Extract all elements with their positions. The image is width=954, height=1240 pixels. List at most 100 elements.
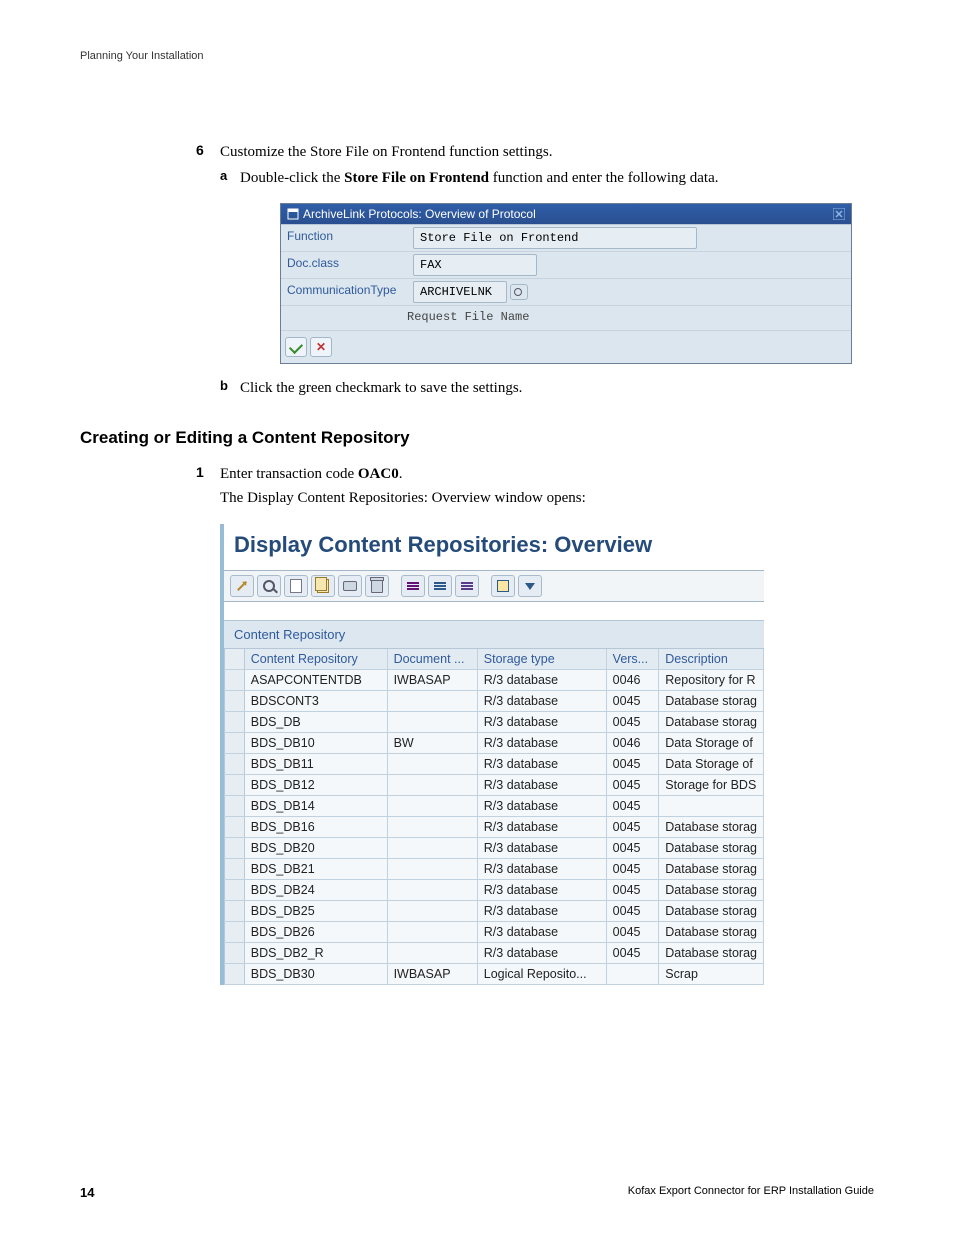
cell-stor: R/3 database (477, 922, 606, 943)
table-row[interactable]: BDS_DB14R/3 database0045 (225, 796, 764, 817)
table-row[interactable]: BDS_DB26R/3 database0045Database storag (225, 922, 764, 943)
cell-doc (387, 817, 477, 838)
cell-desc: Database storag (659, 859, 764, 880)
tb-delete-button[interactable] (365, 575, 389, 597)
col-header-doc[interactable]: Document ... (387, 649, 477, 670)
cell-stor: R/3 database (477, 733, 606, 754)
tb-print-button[interactable] (338, 575, 362, 597)
cell-stor: R/3 database (477, 796, 606, 817)
row-gutter (225, 817, 245, 838)
cell-vers: 0045 (606, 943, 659, 964)
cell-doc (387, 691, 477, 712)
tb-box-button[interactable] (491, 575, 515, 597)
footer-doc-title: Kofax Export Connector for ERP Installat… (628, 1185, 874, 1200)
close-icon[interactable] (833, 208, 845, 220)
cell-doc (387, 796, 477, 817)
table-row[interactable]: BDS_DB12 R/3 database0045Storage for BDS (225, 775, 764, 796)
tb-list3-button[interactable] (455, 575, 479, 597)
docclass-field[interactable]: FAX (413, 254, 537, 276)
cell-vers: 0045 (606, 775, 659, 796)
cell-stor: R/3 database (477, 712, 606, 733)
pencil-icon (237, 581, 247, 591)
cell-vers: 0045 (606, 859, 659, 880)
cell-desc: Storage for BDS (659, 775, 764, 796)
cell-stor: R/3 database (477, 901, 606, 922)
tb-new-button[interactable] (284, 575, 308, 597)
step-6b-letter: b (220, 378, 228, 393)
table-row[interactable]: BDS_DB2_R R/3 database0045Database storag (225, 943, 764, 964)
table-row[interactable]: BDS_DB21R/3 database0045Database storag (225, 859, 764, 880)
download-icon (525, 583, 535, 590)
cell-stor: R/3 database (477, 817, 606, 838)
table-row[interactable]: BDS_DB20R/3 database0045Database storag (225, 838, 764, 859)
tb-edit-button[interactable] (230, 575, 254, 597)
table-row[interactable]: BDS_DB11R/3 database0045Data Storage of (225, 754, 764, 775)
table-row[interactable]: BDS_DB24R/3 database0045Database storag (225, 880, 764, 901)
function-field[interactable]: Store File on Frontend (413, 227, 697, 249)
row-gutter (225, 670, 245, 691)
row-gutter (225, 691, 245, 712)
cell-stor: R/3 database (477, 691, 606, 712)
cell-doc: BW (387, 733, 477, 754)
f4-help-icon[interactable] (510, 284, 528, 300)
row-gutter (225, 796, 245, 817)
cell-desc: Database storag (659, 712, 764, 733)
cell-repo: BDS_DB25 (244, 901, 387, 922)
page-icon (290, 579, 302, 593)
row-gutter (225, 754, 245, 775)
table-row[interactable]: BDSCONT3R/3 database0045Database storag (225, 691, 764, 712)
cell-vers: 0045 (606, 691, 659, 712)
tb-list2-button[interactable] (428, 575, 452, 597)
commtype-field[interactable]: ARCHIVELNK (413, 281, 507, 303)
cell-repo: BDS_DB10 (244, 733, 387, 754)
cell-repo: BDS_DB12 (244, 775, 387, 796)
cell-vers: 0045 (606, 880, 659, 901)
cell-repo: BDS_DB2_R (244, 943, 387, 964)
cell-repo: BDS_DB30 (244, 964, 387, 985)
table-row[interactable]: BDS_DBR/3 database0045Database storag (225, 712, 764, 733)
archivelink-dialog: ArchiveLink Protocols: Overview of Proto… (280, 203, 852, 364)
list-icon (407, 582, 419, 590)
col-header-vers[interactable]: Vers... (606, 649, 659, 670)
col-header-desc[interactable]: Description (659, 649, 764, 670)
cell-stor: R/3 database (477, 775, 606, 796)
cancel-x-button[interactable]: ✕ (310, 337, 332, 357)
cell-vers: 0045 (606, 754, 659, 775)
step-1-line2: The Display Content Repositories: Overvi… (220, 488, 874, 508)
tb-detail-button[interactable] (257, 575, 281, 597)
cell-doc: IWBASAP (387, 964, 477, 985)
cell-desc: Database storag (659, 943, 764, 964)
cell-stor: R/3 database (477, 880, 606, 901)
save-check-button[interactable] (285, 337, 307, 357)
cell-desc: Data Storage of (659, 733, 764, 754)
table-row[interactable]: BDS_DB30IWBASAPLogical Reposito...Scrap (225, 964, 764, 985)
table-row[interactable]: ASAPCONTENTDBIWBASAPR/3 database0046Repo… (225, 670, 764, 691)
cell-stor: R/3 database (477, 943, 606, 964)
cell-vers: 0045 (606, 712, 659, 733)
tb-export-button[interactable] (518, 575, 542, 597)
tb-copy-button[interactable] (311, 575, 335, 597)
col-header-repo[interactable]: Content Repository (244, 649, 387, 670)
row-gutter (225, 901, 245, 922)
cell-desc: Scrap (659, 964, 764, 985)
row-gutter (225, 838, 245, 859)
list-icon (461, 582, 473, 590)
cell-repo: BDS_DB20 (244, 838, 387, 859)
row-gutter (225, 964, 245, 985)
table-row[interactable]: BDS_DB16R/3 database0045Database storag (225, 817, 764, 838)
overview-section-heading: Content Repository (224, 620, 764, 649)
cell-doc (387, 838, 477, 859)
step-6: 6 Customize the Store File on Frontend f… (220, 142, 874, 398)
cell-vers: 0045 (606, 901, 659, 922)
row-gutter (225, 859, 245, 880)
row-gutter (225, 922, 245, 943)
cell-doc (387, 859, 477, 880)
col-header-stor[interactable]: Storage type (477, 649, 606, 670)
step-6a: a Double-click the Store File on Fronten… (240, 168, 874, 363)
tb-list1-button[interactable] (401, 575, 425, 597)
section-heading: Creating or Editing a Content Repository (80, 428, 874, 448)
table-row[interactable]: BDS_DB10BWR/3 database0046Data Storage o… (225, 733, 764, 754)
table-row[interactable]: BDS_DB25R/3 database0045Database storag (225, 901, 764, 922)
cell-desc (659, 796, 764, 817)
cell-doc (387, 880, 477, 901)
